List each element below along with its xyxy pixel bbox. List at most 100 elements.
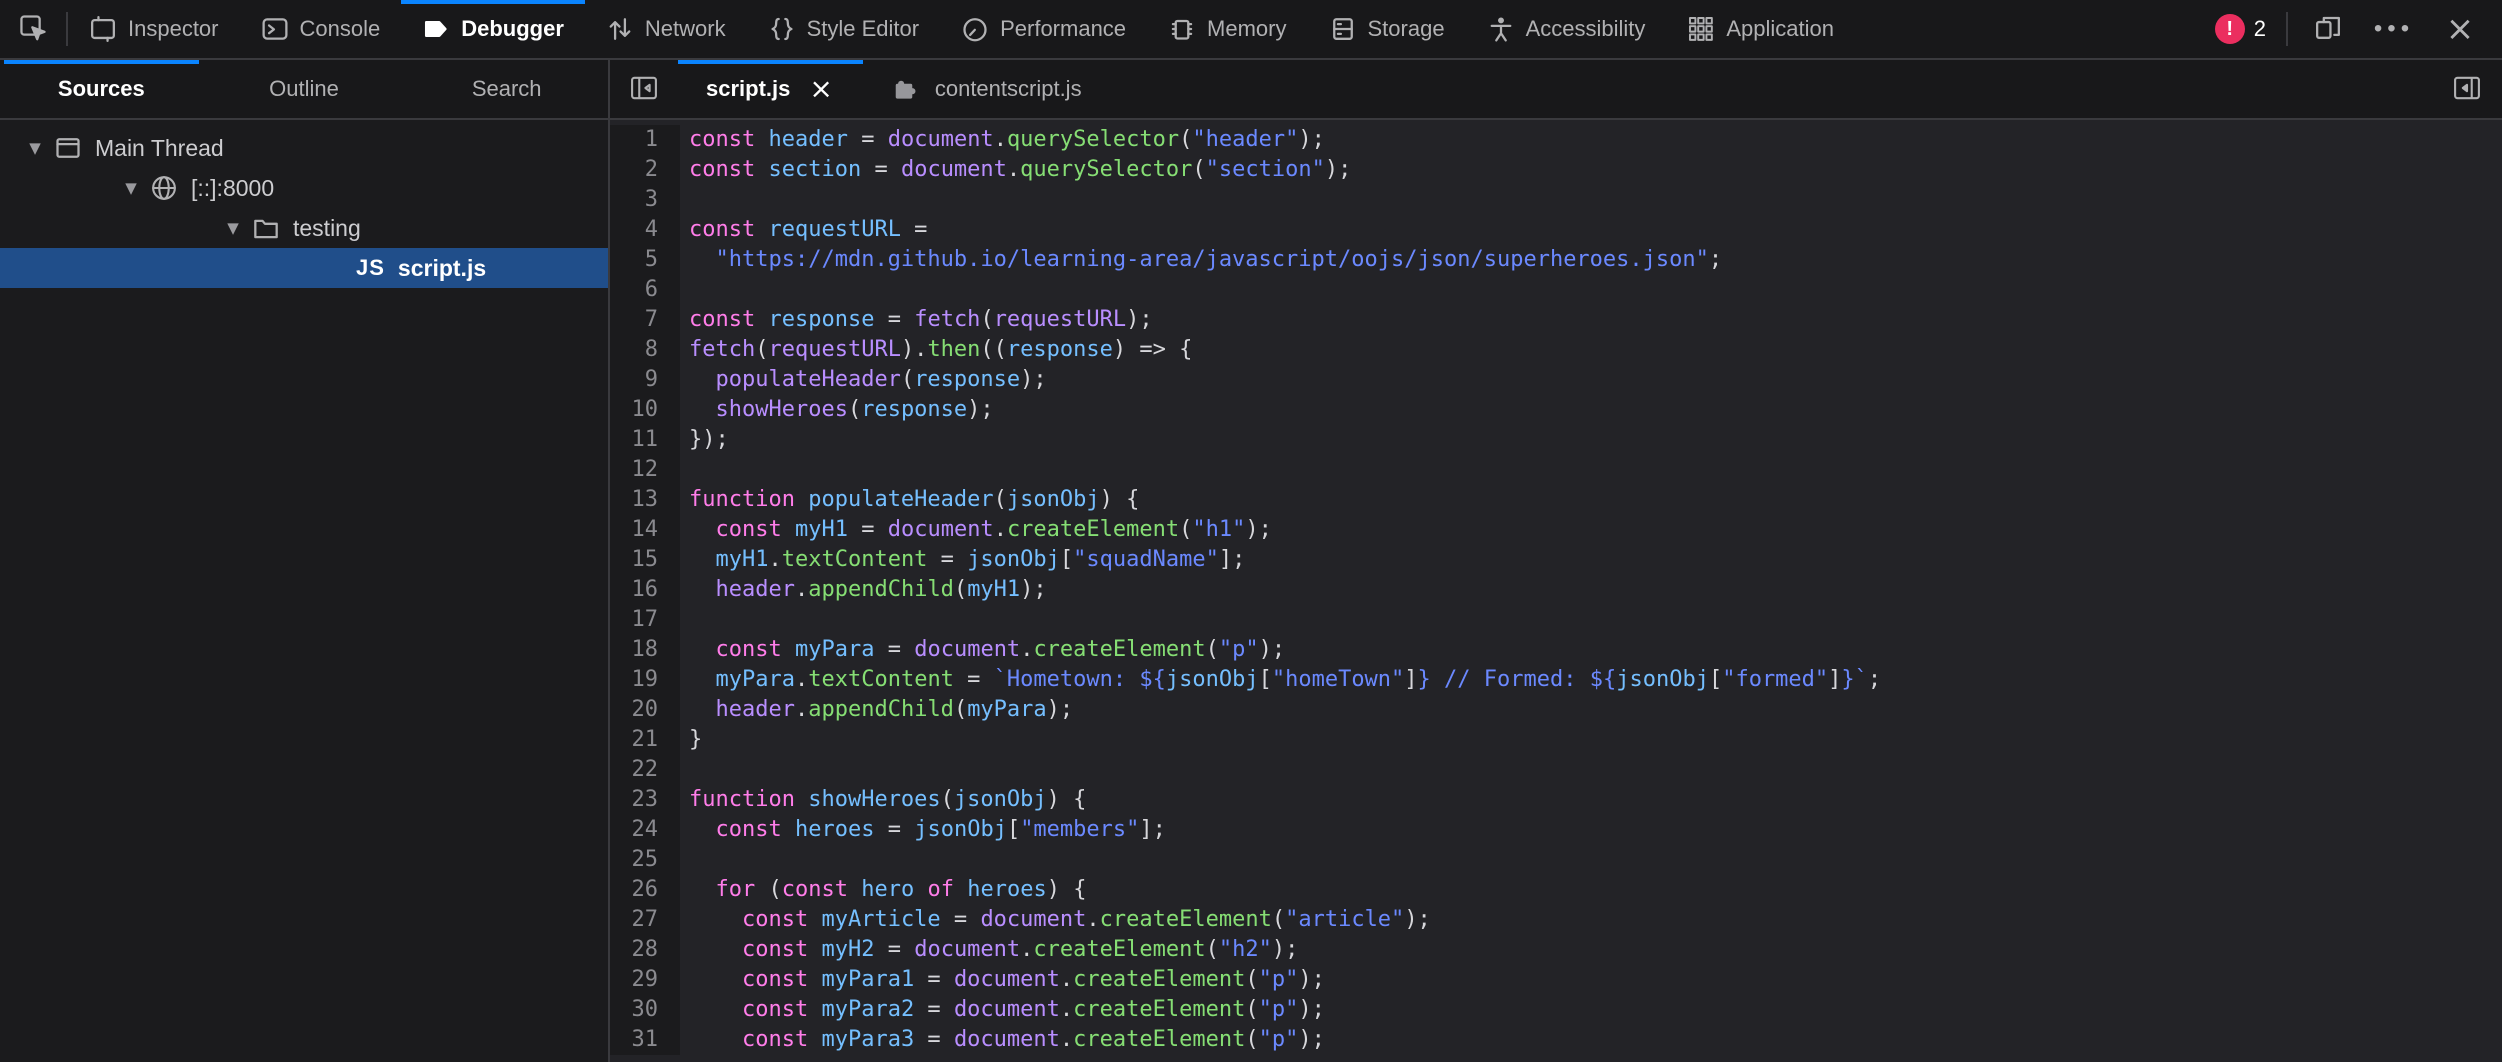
line-number[interactable]: 28 bbox=[610, 935, 680, 965]
code-editor[interactable]: 1const header = document.querySelector("… bbox=[610, 120, 2502, 1062]
code-line-text: showHeroes(response); bbox=[680, 395, 994, 425]
toolbar-tab-debugger[interactable]: Debugger bbox=[401, 0, 585, 58]
line-number[interactable]: 13 bbox=[610, 485, 680, 515]
devtools-menu-button[interactable]: ••• bbox=[2368, 5, 2420, 53]
code-line-text: const myH1 = document.createElement("h1"… bbox=[680, 515, 1272, 545]
line-number[interactable]: 30 bbox=[610, 995, 680, 1025]
code-line-text: const heroes = jsonObj["members"]; bbox=[680, 815, 1166, 845]
code-line: 11}); bbox=[610, 425, 2502, 455]
code-line-text: } bbox=[680, 725, 702, 755]
toolbar-tab-memory[interactable]: Memory bbox=[1147, 0, 1307, 58]
toolbar-tab-accessibility[interactable]: Accessibility bbox=[1466, 0, 1667, 58]
line-number[interactable]: 16 bbox=[610, 575, 680, 605]
debugger-icon bbox=[422, 15, 450, 43]
panel-tab-search[interactable]: Search bbox=[405, 60, 608, 118]
code-line: 5 "https://mdn.github.io/learning-area/j… bbox=[610, 245, 2502, 275]
line-number[interactable]: 23 bbox=[610, 785, 680, 815]
line-number[interactable]: 27 bbox=[610, 905, 680, 935]
line-number[interactable]: 19 bbox=[610, 665, 680, 695]
error-count-button[interactable]: ! 2 bbox=[2209, 13, 2272, 45]
toolbar-tab-application[interactable]: Application bbox=[1666, 0, 1855, 58]
responsive-design-mode-icon bbox=[2314, 14, 2342, 45]
folder-icon bbox=[252, 214, 280, 242]
code-line: 29 const myPara1 = document.createElemen… bbox=[610, 965, 2502, 995]
code-line-text: header.appendChild(myPara); bbox=[680, 695, 1073, 725]
left-panel-tabs: SourcesOutlineSearch bbox=[0, 60, 610, 118]
code-line-text bbox=[680, 755, 689, 785]
code-line: 12 bbox=[610, 455, 2502, 485]
toolbar-tab-storage[interactable]: Storage bbox=[1308, 0, 1466, 58]
panel-tab-sources[interactable]: Sources bbox=[0, 60, 203, 118]
code-line: 3 bbox=[610, 185, 2502, 215]
line-number[interactable]: 29 bbox=[610, 965, 680, 995]
tree-item-main-thread[interactable]: ▼Main Thread bbox=[0, 128, 608, 168]
line-number[interactable]: 8 bbox=[610, 335, 680, 365]
line-number[interactable]: 3 bbox=[610, 185, 680, 215]
line-number[interactable]: 2 bbox=[610, 155, 680, 185]
code-line: 27 const myArticle = document.createElem… bbox=[610, 905, 2502, 935]
line-number[interactable]: 7 bbox=[610, 305, 680, 335]
line-number[interactable]: 9 bbox=[610, 365, 680, 395]
close-devtools-button[interactable]: × bbox=[2434, 5, 2486, 53]
storage-icon bbox=[1329, 15, 1357, 43]
line-number[interactable]: 22 bbox=[610, 755, 680, 785]
file-tab-contentscript-js[interactable]: contentscript.js bbox=[863, 60, 1110, 118]
tabbar-spacer bbox=[1110, 60, 2432, 118]
collapse-panel-right-icon bbox=[2451, 74, 2483, 105]
toolbar-tab-network[interactable]: Network bbox=[585, 0, 747, 58]
line-number[interactable]: 20 bbox=[610, 695, 680, 725]
line-number[interactable]: 11 bbox=[610, 425, 680, 455]
tree-item-8000[interactable]: ▼[::]:8000 bbox=[0, 168, 608, 208]
chevron-down-icon[interactable]: ▼ bbox=[16, 139, 54, 157]
source-file-tabs: script.js×contentscript.js bbox=[678, 60, 1110, 118]
line-number[interactable]: 31 bbox=[610, 1025, 680, 1055]
close-tab-icon[interactable]: × bbox=[807, 75, 834, 103]
toolbar-tab-label: Inspector bbox=[128, 16, 219, 42]
tree-item-label: testing bbox=[293, 215, 361, 242]
js-file-badge: JS bbox=[356, 255, 385, 281]
line-number[interactable]: 18 bbox=[610, 635, 680, 665]
toolbar-tab-performance[interactable]: Performance bbox=[940, 0, 1147, 58]
responsive-design-mode-button[interactable] bbox=[2302, 5, 2354, 53]
chevron-down-icon[interactable]: ▼ bbox=[214, 219, 252, 237]
close-icon: × bbox=[2446, 12, 2475, 46]
accessibility-icon bbox=[1487, 15, 1515, 43]
tree-item-testing[interactable]: ▼ testing bbox=[0, 208, 608, 248]
toolbar-tab-label: Accessibility bbox=[1526, 16, 1646, 42]
line-number[interactable]: 15 bbox=[610, 545, 680, 575]
toolbar-tab-console[interactable]: Console bbox=[240, 0, 402, 58]
chevron-down-icon[interactable]: ▼ bbox=[112, 179, 150, 197]
toolbar-separator bbox=[2286, 12, 2288, 46]
code-line-text: const myPara3 = document.createElement("… bbox=[680, 1025, 1325, 1055]
toolbar-tab-inspector[interactable]: Inspector bbox=[68, 0, 240, 58]
line-number[interactable]: 21 bbox=[610, 725, 680, 755]
debugger-main: ▼Main Thread▼[::]:8000▼testingJSscript.j… bbox=[0, 120, 2502, 1062]
line-number[interactable]: 6 bbox=[610, 275, 680, 305]
toolbar-tab-style-editor[interactable]: Style Editor bbox=[747, 0, 941, 58]
code-line: 4const requestURL = bbox=[610, 215, 2502, 245]
line-number[interactable]: 1 bbox=[610, 125, 680, 155]
collapse-sources-panel-button[interactable] bbox=[610, 60, 678, 118]
line-number[interactable]: 25 bbox=[610, 845, 680, 875]
line-number[interactable]: 12 bbox=[610, 455, 680, 485]
line-number[interactable]: 26 bbox=[610, 875, 680, 905]
line-number[interactable]: 17 bbox=[610, 605, 680, 635]
code-line: 23function showHeroes(jsonObj) { bbox=[610, 785, 2502, 815]
expand-right-panel-button[interactable] bbox=[2432, 60, 2502, 118]
line-number[interactable]: 4 bbox=[610, 215, 680, 245]
globe-icon bbox=[150, 174, 178, 202]
line-number[interactable]: 5 bbox=[610, 245, 680, 275]
code-line: 31 const myPara3 = document.createElemen… bbox=[610, 1025, 2502, 1055]
error-icon: ! bbox=[2215, 14, 2245, 44]
file-tab-script-js[interactable]: script.js× bbox=[678, 60, 863, 118]
panel-tab-outline[interactable]: Outline bbox=[203, 60, 406, 118]
line-number[interactable]: 24 bbox=[610, 815, 680, 845]
code-line: 25 bbox=[610, 845, 2502, 875]
code-line-text bbox=[680, 275, 689, 305]
element-picker-button[interactable] bbox=[0, 0, 66, 58]
tree-item-script-js[interactable]: JSscript.js bbox=[0, 248, 608, 288]
style-editor-icon bbox=[768, 15, 796, 43]
line-number[interactable]: 10 bbox=[610, 395, 680, 425]
line-number[interactable]: 14 bbox=[610, 515, 680, 545]
code-line-text bbox=[680, 185, 689, 215]
